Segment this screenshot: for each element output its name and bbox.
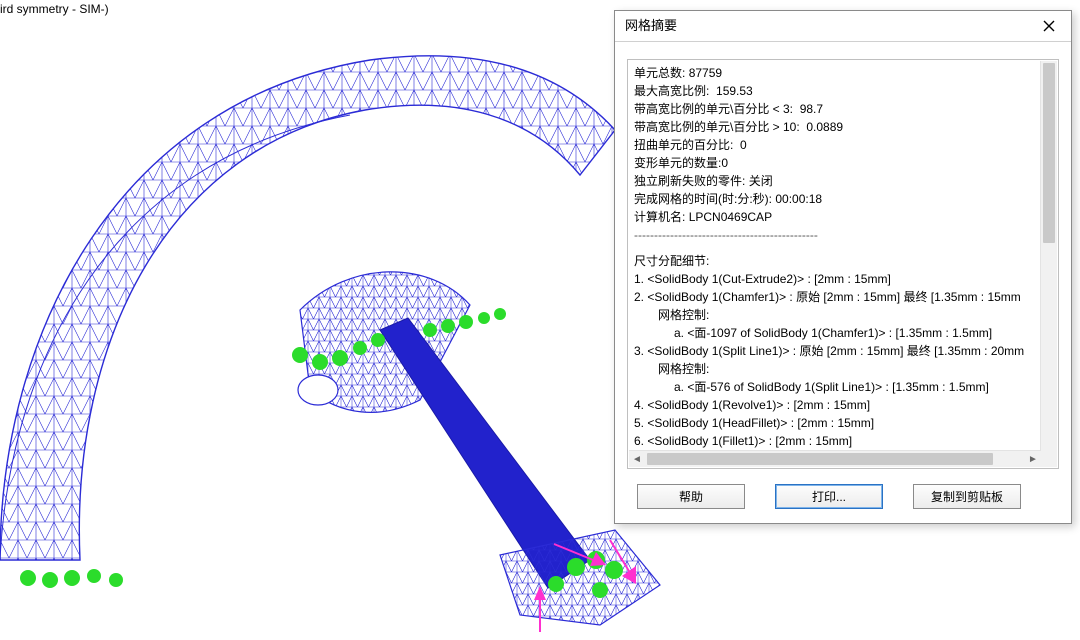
details-header: 尺寸分配细节: <box>634 252 1040 270</box>
copy-to-clipboard-button[interactable]: 复制到剪贴板 <box>913 484 1021 509</box>
dialog-title: 网格摘要 <box>615 11 677 41</box>
scrollbar-thumb[interactable] <box>647 453 993 465</box>
scrollbar-thumb[interactable] <box>1043 63 1055 243</box>
scrollbar-horizontal[interactable]: ◄ ► <box>629 450 1041 467</box>
print-button[interactable]: 打印... <box>775 484 883 509</box>
scroll-right-icon[interactable]: ► <box>1025 451 1041 467</box>
summary-text: 单元总数: 87759 最大高宽比例: 159.53 带高宽比例的单元\百分比 … <box>634 64 1040 450</box>
summary-panel: 单元总数: 87759 最大高宽比例: 159.53 带高宽比例的单元\百分比 … <box>627 59 1059 469</box>
dialog-titlebar[interactable]: 网格摘要 <box>615 11 1071 42</box>
mesh-summary-dialog: 网格摘要 单元总数: 87759 最大高宽比例: 159.53 带高宽比例的单元… <box>614 10 1072 524</box>
close-icon <box>1043 20 1055 32</box>
fixture-glyph <box>20 569 123 588</box>
close-button[interactable] <box>1027 11 1071 41</box>
scroll-corner <box>1041 451 1057 467</box>
help-button[interactable]: 帮助 <box>637 484 745 509</box>
scroll-left-icon[interactable]: ◄ <box>629 451 645 467</box>
scrollbar-vertical[interactable] <box>1040 61 1057 451</box>
